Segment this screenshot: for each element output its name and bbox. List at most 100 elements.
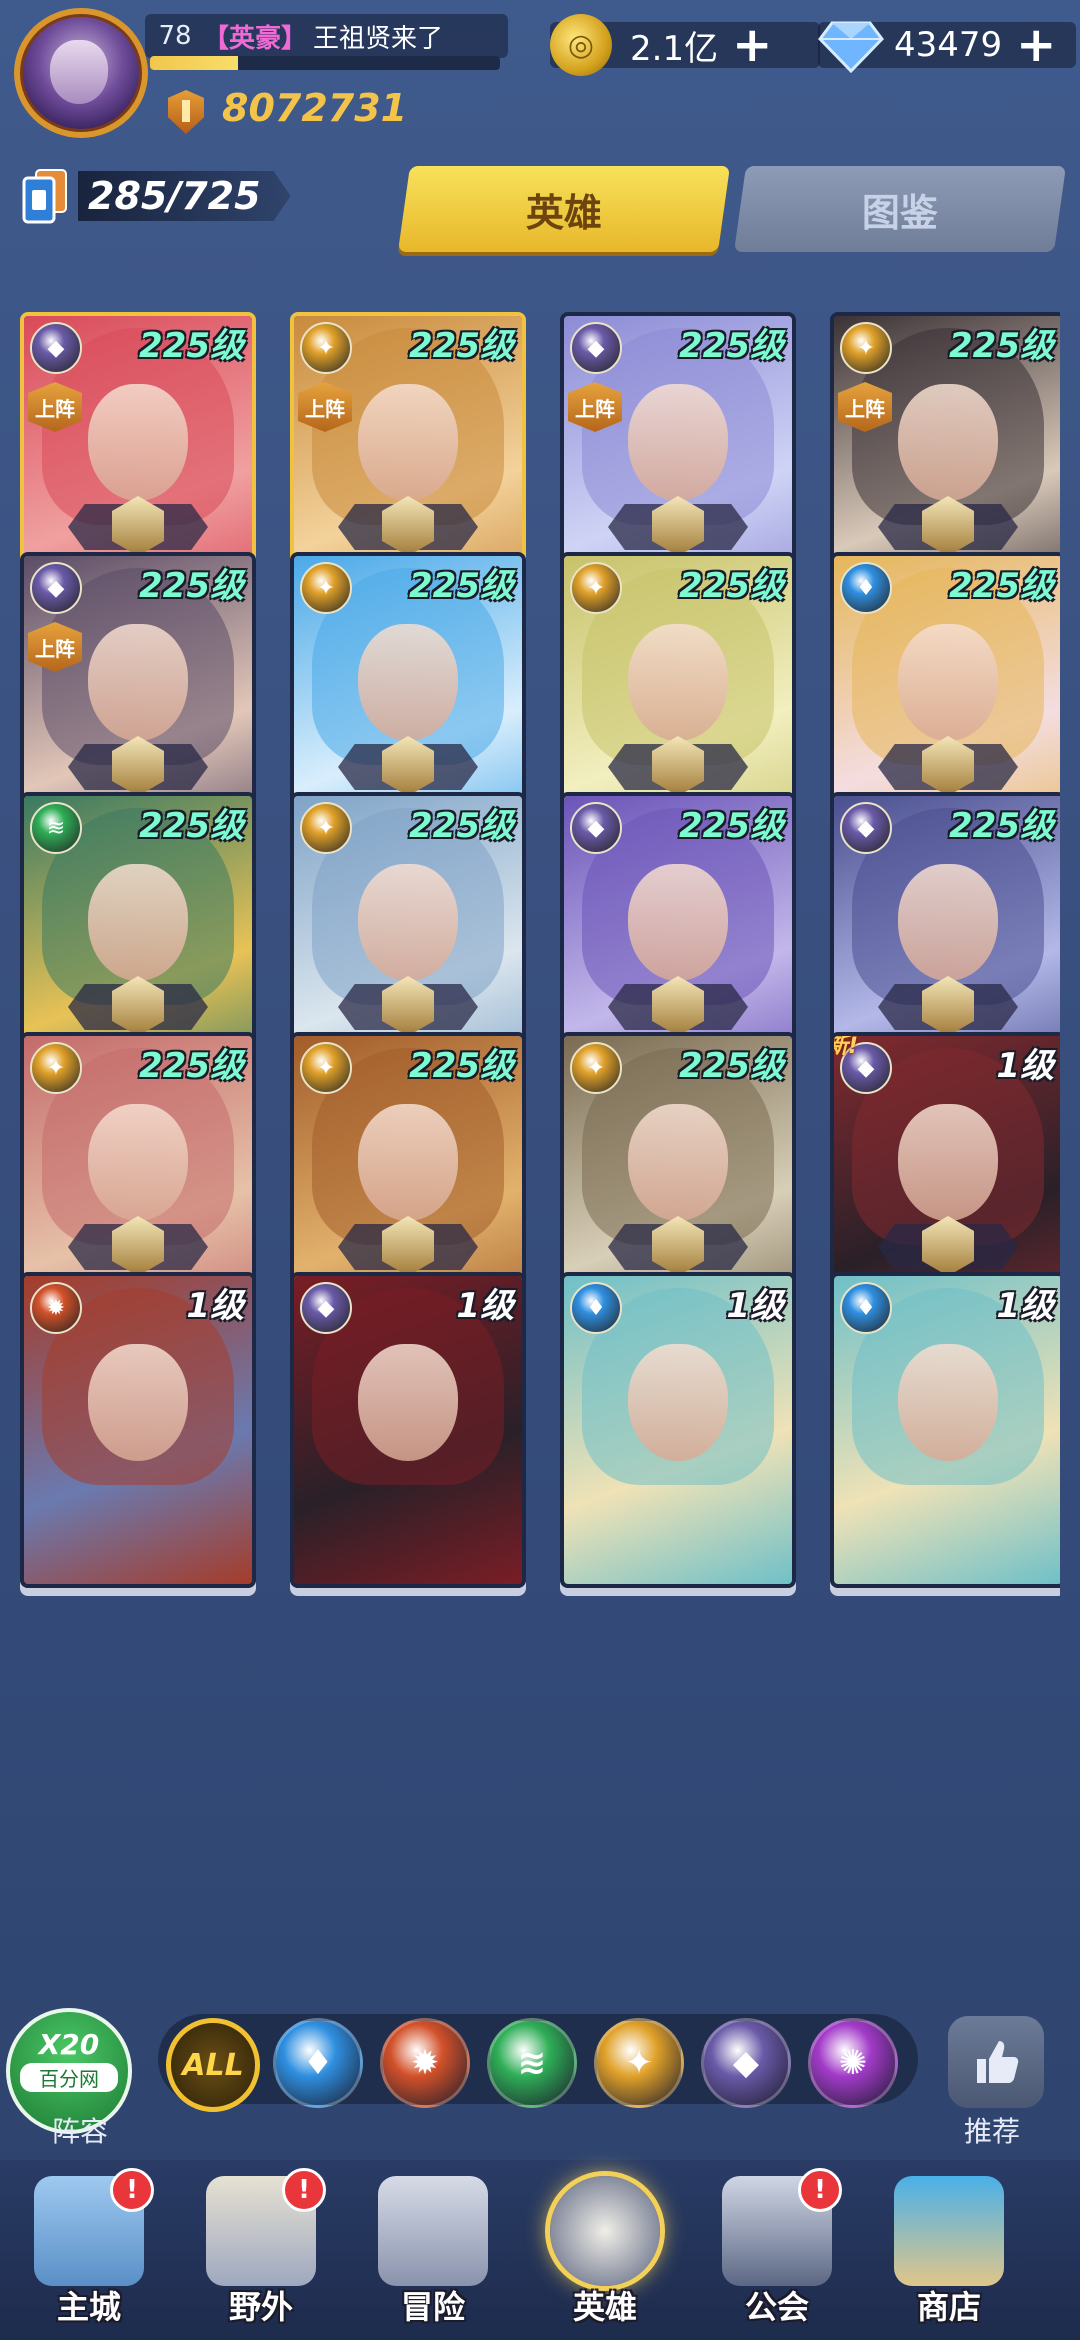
light-element-icon: ✦ — [300, 1042, 352, 1094]
tab-atlas[interactable]: 图鉴 — [733, 166, 1067, 252]
player-level: 78 — [158, 21, 192, 51]
gem-resource: 43479 + — [818, 14, 1076, 76]
notification-badge: ! — [110, 2168, 154, 2212]
hero-level: 225级 — [409, 566, 514, 606]
hero-level: 225级 — [679, 1046, 784, 1086]
dark-element-icon: ◆ — [300, 1282, 352, 1334]
dark-element-icon: ◆ — [840, 802, 892, 854]
nav-heroes[interactable]: 英雄 — [530, 2166, 680, 2336]
adventure-icon — [378, 2176, 488, 2286]
notification-badge: ! — [282, 2168, 326, 2212]
water-element-icon: ♦ — [570, 1282, 622, 1334]
nav-adventure[interactable]: 冒险 — [358, 2166, 508, 2336]
dark-element-icon: ◆ — [570, 322, 622, 374]
coin-icon: ◎ — [550, 14, 612, 76]
hero-cards-icon — [22, 169, 67, 224]
avatar-portrait — [50, 40, 108, 104]
wind-element-icon: ≋ — [30, 802, 82, 854]
notification-badge: ! — [798, 2168, 842, 2212]
hero-card[interactable]: ◆ 1级 — [290, 1272, 526, 1588]
lineup-logo: 百分网 — [20, 2063, 118, 2092]
nav-label: 公会 — [744, 2288, 809, 2326]
light-element-icon: ✦ — [300, 562, 352, 614]
tab-heroes[interactable]: 英雄 — [397, 166, 731, 252]
light-element-icon: ✦ — [840, 322, 892, 374]
hero-level: 225级 — [409, 806, 514, 846]
coin-resource: ◎ 2.1亿 + — [550, 14, 820, 76]
new-badge: 新! — [834, 1034, 859, 1059]
hero-level: 225级 — [409, 326, 514, 366]
water-element-icon: ♦ — [840, 562, 892, 614]
element-filter-bar: X20 百分网 阵容 ALL ♦ ✹ ≋ ✦ ◆ ✺ 推荐 — [0, 1990, 1080, 2150]
hero-level: 225级 — [949, 566, 1054, 606]
hero-grid[interactable]: ◆225级上阵★★★★★✦225级上阵★★★★◆225级上阵★★★★✦225级上… — [20, 312, 1060, 1977]
hero-level: 225级 — [949, 326, 1054, 366]
player-name: 王祖贤来了 — [313, 23, 444, 54]
nav-label: 野外 — [228, 2288, 293, 2326]
water-element-icon[interactable]: ♦ — [273, 2018, 363, 2108]
nav-guild[interactable]: ! 公会 — [702, 2166, 852, 2336]
xp-bar — [150, 56, 500, 70]
nav-shop[interactable]: 商店 — [874, 2166, 1024, 2336]
nav-label: 冒险 — [400, 2288, 465, 2326]
light-element-icon[interactable]: ✦ — [594, 2018, 684, 2108]
add-coin-button[interactable]: + — [732, 21, 772, 69]
dark-element-icon: ◆ — [30, 322, 82, 374]
light-element-icon: ✦ — [300, 802, 352, 854]
light-element-icon: ✦ — [30, 1042, 82, 1094]
top-bar: 78 【英豪】 王祖贤来了 8072731 ◎ 2.1亿 + 43479 + 2… — [0, 0, 1080, 300]
dark-element-icon[interactable]: ◆ — [701, 2018, 791, 2108]
power-icon — [168, 90, 204, 134]
nav-label: 商店 — [916, 2288, 981, 2326]
filter-all-button[interactable]: ALL — [166, 2018, 260, 2112]
nav-city[interactable]: ! 主城 — [14, 2166, 164, 2336]
hero-card[interactable]: ♦ 1级 — [560, 1272, 796, 1588]
nav-label: 英雄 — [572, 2288, 637, 2326]
hero-level: 225级 — [949, 806, 1054, 846]
hero-level: 225级 — [409, 1046, 514, 1086]
hero-level: 225级 — [679, 806, 784, 846]
hero-level: 225级 — [139, 566, 244, 606]
thumbs-up-icon — [977, 2041, 1019, 2083]
hero-capacity: 285/725 — [22, 168, 291, 224]
water-element-icon: ♦ — [840, 1282, 892, 1334]
recommend-label: 推荐 — [964, 2115, 1021, 2148]
hero-level: 1级 — [186, 1286, 244, 1326]
player-info: 78 【英豪】 王祖贤来了 — [145, 14, 508, 58]
nav-wild[interactable]: ! 野外 — [186, 2166, 336, 2336]
hero-level: 225级 — [679, 326, 784, 366]
hero-level: 225级 — [679, 566, 784, 606]
coin-amount: 2.1亿 — [630, 28, 719, 69]
lineup-label: 阵容 — [52, 2115, 109, 2148]
combat-power: 8072731 — [222, 86, 408, 130]
hero-card[interactable]: ♦ 1级 — [830, 1272, 1060, 1588]
lineup-multiplier: X20 — [38, 2028, 100, 2061]
xp-bar-fill — [150, 56, 238, 70]
player-avatar[interactable] — [14, 8, 148, 138]
diamond-icon — [818, 21, 884, 73]
bottom-nav: ! 主城! 野外 冒险 英雄! 公会 商店 — [0, 2160, 1080, 2340]
gem-amount: 43479 — [894, 25, 1003, 65]
hero-card[interactable]: ✹ 1级 — [20, 1272, 256, 1588]
light-element-icon: ✦ — [570, 1042, 622, 1094]
add-gem-button[interactable]: + — [1016, 21, 1056, 69]
dark-element-icon: ◆ — [30, 562, 82, 614]
chaos-element-icon[interactable]: ✺ — [808, 2018, 898, 2108]
hero-level: 1级 — [456, 1286, 514, 1326]
hero-level: 225级 — [139, 1046, 244, 1086]
fire-element-icon: ✹ — [30, 1282, 82, 1334]
hero-level: 1级 — [726, 1286, 784, 1326]
hero-level: 1级 — [996, 1046, 1054, 1086]
fire-element-icon[interactable]: ✹ — [380, 2018, 470, 2108]
heroes-icon — [550, 2176, 660, 2286]
wind-element-icon[interactable]: ≋ — [487, 2018, 577, 2108]
light-element-icon: ✦ — [300, 322, 352, 374]
player-rank: 【英豪】 — [203, 23, 308, 54]
nav-label: 主城 — [56, 2288, 121, 2326]
hero-level: 225级 — [139, 806, 244, 846]
hero-level: 225级 — [139, 326, 244, 366]
recommend-button[interactable] — [948, 2016, 1044, 2108]
hero-level: 1级 — [996, 1286, 1054, 1326]
light-element-icon: ✦ — [570, 562, 622, 614]
dark-element-icon: ◆ — [570, 802, 622, 854]
